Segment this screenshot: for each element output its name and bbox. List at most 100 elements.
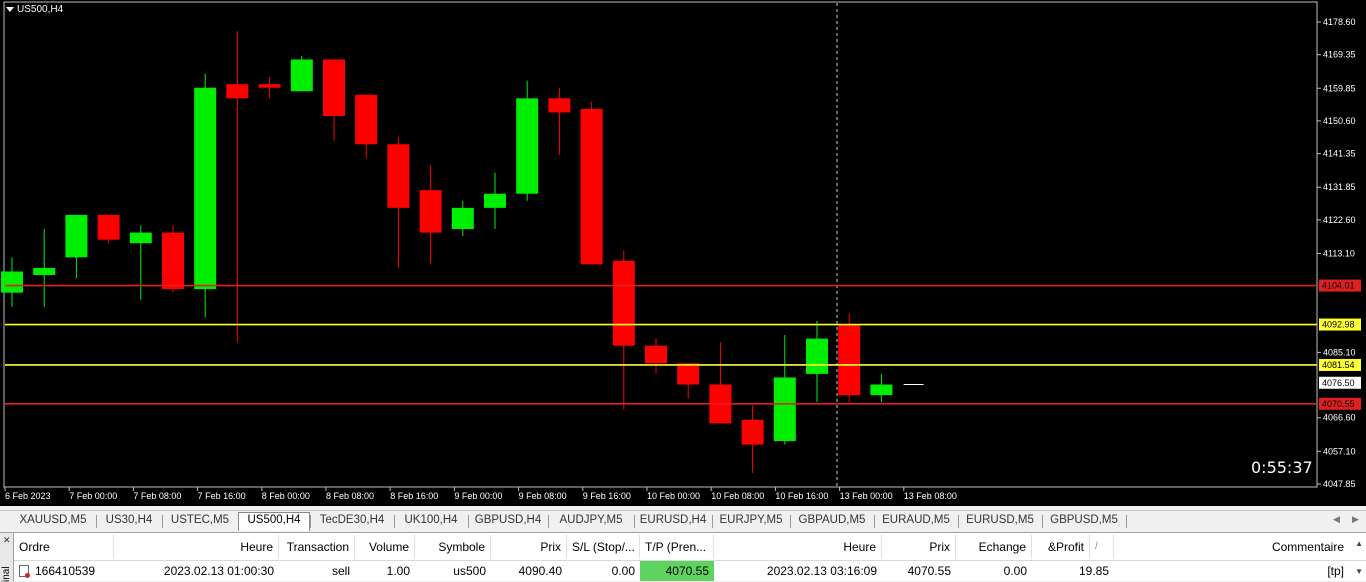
time-axis-label: 8 Feb 08:00: [326, 491, 374, 501]
ordre-value: 166410539: [35, 564, 96, 578]
scroll-down-icon[interactable]: ▼: [1355, 567, 1363, 576]
time-axis-label: 13 Feb 00:00: [840, 491, 893, 501]
cell-commentaire: [tp]: [1327, 564, 1344, 578]
col-header-prix-close[interactable]: Prix: [882, 535, 956, 559]
candle-body: [870, 384, 893, 396]
chart-tab[interactable]: EURUSD,H4: [634, 513, 712, 530]
candle-body: [580, 108, 603, 265]
chart-canvas[interactable]: 4178.60 4169.35 4159.85 4150.60 4141.35 4131.…: [0, 0, 1366, 506]
chart-tab[interactable]: GBPUSD,M5: [1042, 513, 1126, 530]
candle-body: [451, 207, 474, 230]
cell-heure: 2023.02.13 01:00:30: [163, 564, 274, 578]
candle-body: [838, 324, 861, 396]
candle-body: [290, 59, 313, 92]
cell-symbole: us500: [453, 564, 486, 578]
candle-body: [612, 260, 635, 346]
time-axis-label: 6 Feb 2023: [5, 491, 51, 501]
candle-body: [97, 214, 120, 240]
col-header-echange[interactable]: Echange: [956, 535, 1032, 559]
tab-separator: [1126, 515, 1127, 528]
candle-body: [806, 338, 828, 374]
col-header-transaction[interactable]: Transaction: [279, 535, 355, 559]
cell-heure-close: 2023.02.13 03:16:09: [766, 564, 877, 578]
time-axis-label: 9 Feb 08:00: [519, 491, 567, 501]
chart-tab[interactable]: TecDE30,H4: [310, 513, 394, 530]
time-axis-label: 8 Feb 00:00: [262, 491, 310, 501]
level-tag-label: 4081.54: [1322, 360, 1355, 370]
col-header-volume[interactable]: Volume: [355, 535, 415, 559]
candle-body: [323, 59, 345, 116]
candle-body: [33, 267, 56, 275]
terminal-side-strip: ✕ inal: [0, 533, 14, 582]
time-axis-label: 10 Feb 16:00: [775, 491, 828, 501]
candle-body: [484, 193, 506, 208]
price-axis-label: 4085.10: [1323, 347, 1356, 357]
price-axis-label: 4131.85: [1323, 182, 1356, 192]
candle-body: [226, 84, 249, 99]
candle-body: [419, 190, 442, 233]
col-header-prix[interactable]: Prix: [491, 535, 567, 559]
time-axis-label: 7 Feb 08:00: [133, 491, 181, 501]
symbol-text: US500,H4: [17, 4, 64, 15]
price-axis-label: 4178.60: [1323, 17, 1356, 27]
price-axis-label: 4169.35: [1323, 50, 1356, 60]
cell-ordre: 166410539: [14, 561, 114, 581]
sort-indicator-icon: /: [1090, 535, 1114, 559]
time-axis-label: 10 Feb 00:00: [647, 491, 700, 501]
scroll-up-icon[interactable]: ▲: [1355, 539, 1363, 548]
time-axis-label: 9 Feb 00:00: [454, 491, 502, 501]
closed-order-icon: [19, 565, 30, 578]
col-header-sl[interactable]: S/L (Stop/...: [567, 535, 640, 559]
price-axis-label: 4159.85: [1323, 83, 1356, 93]
time-axis-label: 9 Feb 16:00: [583, 491, 631, 501]
price-axis-label: 4066.60: [1323, 413, 1356, 423]
cell-volume: 1.00: [386, 564, 410, 578]
time-axis-label: 13 Feb 08:00: [904, 491, 957, 501]
price-axis-label: 4047.85: [1323, 479, 1356, 489]
candle-body: [194, 87, 217, 290]
price-axis-label: 4150.60: [1323, 116, 1356, 126]
chart-tab[interactable]: USTEC,M5: [162, 513, 238, 530]
tabs-scroll-left-icon[interactable]: ◀: [1333, 514, 1340, 525]
chart-tab[interactable]: AUDJPY,M5: [548, 513, 634, 530]
table-row[interactable]: 166410539 2023.02.13 01:00:30 sell 1.00 …: [14, 560, 1366, 581]
time-axis-label: 10 Feb 08:00: [711, 491, 764, 501]
col-header-ordre[interactable]: Ordre: [14, 535, 114, 559]
price-axis-label: 4057.10: [1323, 446, 1356, 456]
price-axis-label: 4113.10: [1323, 248, 1355, 258]
terminal-header-row: Ordre Heure Transaction Volume Symbole P…: [14, 535, 1366, 559]
chart-tab[interactable]: EURAUD,M5: [874, 513, 958, 530]
candle-body: [645, 345, 667, 364]
cell-prix-close: 4070.55: [907, 564, 951, 578]
price-axis-label: 4122.60: [1323, 215, 1356, 225]
candle-body: [355, 94, 378, 145]
col-header-tp[interactable]: T/P (Pren...: [640, 535, 714, 559]
candle-body: [1, 271, 23, 293]
cell-prix: 4090.40: [518, 564, 562, 578]
chart-tab[interactable]: UK100,H4: [394, 513, 468, 530]
chart-tab[interactable]: US500,H4: [238, 512, 310, 531]
col-header-profit[interactable]: &Profit: [1032, 535, 1090, 559]
chart-tab[interactable]: US30,H4: [96, 513, 162, 530]
chart-tab[interactable]: XAUUSD,M5: [10, 513, 96, 530]
col-header-heure[interactable]: Heure: [114, 535, 279, 559]
candle-body: [162, 232, 184, 290]
col-header-heure-close[interactable]: Heure: [714, 535, 882, 559]
candle-body: [516, 98, 539, 194]
chart-tab[interactable]: EURJPY,M5: [712, 513, 790, 530]
chart-tab[interactable]: EURUSD,M5: [958, 513, 1042, 530]
candle-body: [548, 98, 571, 113]
tabs-scroll-right-icon[interactable]: ▶: [1352, 514, 1359, 525]
col-header-commentaire[interactable]: Commentaire: [1114, 535, 1349, 559]
chart-tab[interactable]: GBPAUD,M5: [790, 513, 874, 530]
candle-body: [773, 377, 796, 442]
chart-tab[interactable]: GBPUSD,H4: [468, 513, 548, 530]
chart-symbol-label[interactable]: US500,H4: [6, 4, 63, 15]
level-tag-label: 4092.98: [1322, 320, 1355, 330]
time-axis-label: 8 Feb 16:00: [390, 491, 438, 501]
close-icon[interactable]: ✕: [3, 535, 11, 546]
col-header-symbole[interactable]: Symbole: [415, 535, 491, 559]
level-tag-label: 4076.50: [1322, 378, 1355, 388]
dropdown-triangle-icon[interactable]: [6, 7, 14, 12]
price-chart[interactable]: 4178.60 4169.35 4159.85 4150.60 4141.35 4131.…: [0, 0, 1366, 506]
